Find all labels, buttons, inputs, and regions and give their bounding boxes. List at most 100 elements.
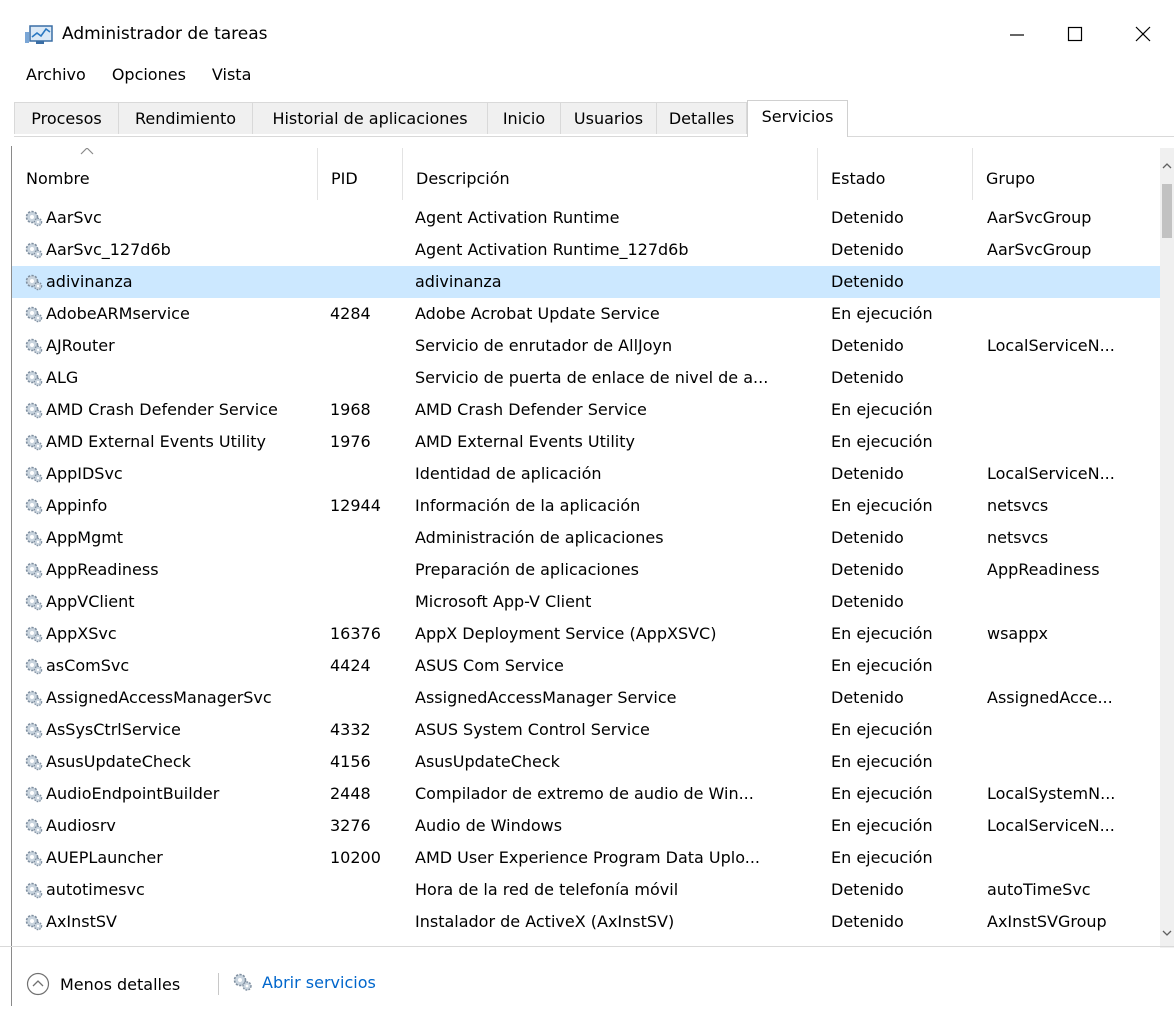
tab-usuarios[interactable]: Usuarios: [560, 102, 657, 134]
table-row[interactable]: AssignedAccessManagerSvc AssignedAccessMa…: [12, 682, 1162, 714]
table-row[interactable]: AsSysCtrlService 4332 ASUS System Control …: [12, 714, 1162, 746]
column-header-pid[interactable]: PID: [317, 168, 402, 190]
service-group: [987, 298, 1162, 330]
service-gear-icon: [25, 530, 43, 547]
menu-vista[interactable]: Vista: [212, 62, 259, 90]
close-button[interactable]: [1120, 10, 1166, 58]
footer-divider: [218, 973, 219, 995]
table-row[interactable]: AMD External Events Utility 1976 AMD Exter…: [12, 426, 1162, 458]
table-row[interactable]: AudioEndpointBuilder 2448 Compilador de ex…: [12, 778, 1162, 810]
column-header-estado[interactable]: Estado: [817, 168, 972, 190]
tab-servicios[interactable]: Servicios: [747, 100, 848, 137]
table-row[interactable]: AUEPLauncher 10200 AMD User Experience Pro…: [12, 842, 1162, 874]
table-row[interactable]: Appinfo 12944 Información de la aplicación…: [12, 490, 1162, 522]
service-gear-icon: [25, 370, 43, 387]
service-description: AMD External Events Utility: [415, 432, 635, 451]
service-state: Detenido: [831, 560, 904, 579]
service-description: Información de la aplicación: [415, 496, 641, 515]
service-state: Detenido: [831, 368, 904, 387]
service-pid: [330, 682, 400, 714]
scroll-up-icon[interactable]: [1160, 156, 1174, 176]
service-gear-icon: [25, 242, 43, 259]
service-gear-icon: [25, 722, 43, 739]
service-name: AarSvc: [46, 208, 102, 227]
table-row[interactable]: AMD Crash Defender Service 1968 AMD Crash …: [12, 394, 1162, 426]
table-row[interactable]: AarSvc_127d6b Agent Activation Runtime_12…: [12, 234, 1162, 266]
table-row[interactable]: AarSvc Agent Activation Runtime Detenido Aa…: [12, 202, 1162, 234]
service-name: AarSvc_127d6b: [46, 240, 171, 259]
table-row[interactable]: AppXSvc 16376 AppX Deployment Service (App…: [12, 618, 1162, 650]
service-group: LocalServiceN...: [987, 336, 1115, 355]
table-row[interactable]: AppVClient Microsoft App-V Client Detenido: [12, 586, 1162, 618]
service-gear-icon: [25, 210, 43, 227]
less-details-button[interactable]: Menos detalles: [26, 972, 180, 996]
table-row[interactable]: AsusUpdateCheck 4156 AsusUpdateCheck En eje…: [12, 746, 1162, 778]
service-state: En ejecución: [831, 848, 933, 867]
menu-archivo[interactable]: Archivo: [26, 62, 94, 90]
vertical-scrollbar[interactable]: [1160, 148, 1174, 948]
service-pid: 1968: [330, 400, 371, 419]
menu-opciones[interactable]: Opciones: [112, 62, 194, 90]
title-bar: Administrador de tareas: [0, 0, 1174, 60]
service-gear-icon: [25, 498, 43, 515]
table-row[interactable]: AppMgmt Administración de aplicaciones Det…: [12, 522, 1162, 554]
table-row[interactable]: AxInstSV Instalador de ActiveX (AxInstSV)…: [12, 906, 1162, 938]
table-row[interactable]: ALG Servicio de puerta de enlace de nivel…: [12, 362, 1162, 394]
tab-rendimiento[interactable]: Rendimiento: [118, 102, 253, 134]
service-state: En ejecución: [831, 400, 933, 419]
service-gear-icon: [25, 402, 43, 419]
table-row[interactable]: AJRouter Servicio de enrutador de AllJoyn…: [12, 330, 1162, 362]
service-name: AppXSvc: [46, 624, 117, 643]
table-row[interactable]: AppIDSvc Identidad de aplicación Detenido L…: [12, 458, 1162, 490]
service-group: [987, 586, 1162, 618]
minimize-button[interactable]: [994, 10, 1040, 58]
table-row[interactable]: autotimesvc Hora de la red de telefonía m…: [12, 874, 1162, 906]
column-header-descripcion[interactable]: Descripción: [402, 168, 817, 190]
service-group: netsvcs: [987, 528, 1049, 547]
service-name: AdobeARMservice: [46, 304, 190, 323]
table-row[interactable]: asComSvc 4424 ASUS Com Service En ejecución: [12, 650, 1162, 682]
service-name: autotimesvc: [46, 880, 145, 899]
open-services-link[interactable]: Abrir servicios: [232, 972, 376, 992]
tab-historial[interactable]: Historial de aplicaciones: [252, 102, 488, 134]
service-group: LocalServiceN...: [987, 464, 1115, 483]
service-name: Appinfo: [46, 496, 108, 515]
service-description: Audio de Windows: [415, 816, 563, 835]
service-group: AarSvcGroup: [987, 208, 1092, 227]
table-row[interactable]: Audiosrv 3276 Audio de Windows En ejecución…: [12, 810, 1162, 842]
service-state: Detenido: [831, 208, 904, 227]
column-header-grupo[interactable]: Grupo: [972, 168, 1162, 190]
service-gear-icon: [25, 850, 43, 867]
service-group: AssignedAcce...: [987, 688, 1113, 707]
column-header-nombre[interactable]: Nombre: [12, 168, 317, 190]
scroll-down-icon[interactable]: [1160, 923, 1174, 943]
service-group: wsappx: [987, 624, 1049, 643]
service-pid: [330, 234, 400, 266]
service-description: adivinanza: [415, 272, 502, 291]
service-state: Detenido: [831, 688, 904, 707]
service-pid: [330, 330, 400, 362]
table-row[interactable]: AppReadiness Preparación de aplicaciones D…: [12, 554, 1162, 586]
service-state: En ejecución: [831, 720, 933, 739]
service-description: Agent Activation Runtime: [415, 208, 620, 227]
service-description: Microsoft App-V Client: [415, 592, 592, 611]
tab-inicio[interactable]: Inicio: [487, 102, 561, 134]
service-gear-icon: [25, 786, 43, 803]
service-description: ASUS System Control Service: [415, 720, 650, 739]
tab-strip: Procesos Rendimiento Historial de aplica…: [14, 100, 1174, 137]
service-state: Detenido: [831, 592, 904, 611]
service-name: adivinanza: [46, 272, 133, 291]
table-row[interactable]: adivinanza adivinanza Detenido: [12, 266, 1162, 298]
maximize-button[interactable]: [1052, 10, 1098, 58]
tab-procesos[interactable]: Procesos: [14, 102, 119, 134]
service-name: AxInstSV: [46, 912, 117, 931]
service-state: Detenido: [831, 880, 904, 899]
tab-detalles[interactable]: Detalles: [656, 102, 747, 134]
service-gear-icon: [25, 754, 43, 771]
service-gear-icon: [25, 306, 43, 323]
service-state: En ejecución: [831, 784, 933, 803]
service-description: AssignedAccessManager Service: [415, 688, 677, 707]
table-row[interactable]: AdobeARMservice 4284 Adobe Acrobat Update …: [12, 298, 1162, 330]
scroll-thumb[interactable]: [1162, 184, 1172, 238]
service-description: Instalador de ActiveX (AxInstSV): [415, 912, 675, 931]
